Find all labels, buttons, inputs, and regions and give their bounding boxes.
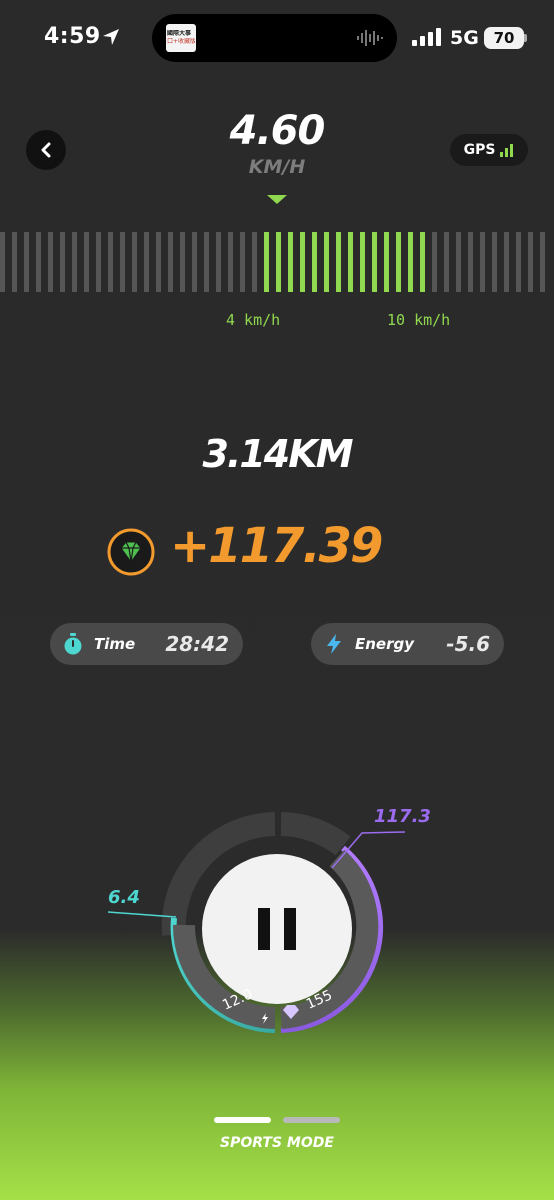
now-playing-thumbnail: 國際大事 口+收藏版 [166, 24, 196, 52]
gauge-tick [252, 232, 257, 292]
gauge-tick [0, 232, 5, 292]
island-subtitle: 口+收藏版 [167, 38, 195, 45]
gauge-tick [456, 232, 461, 292]
gauge-tick [144, 232, 149, 292]
battery-indicator: 70 [484, 27, 524, 49]
gauge-tick [276, 232, 281, 292]
gauge-tick [396, 232, 401, 292]
gauge-tick [264, 232, 269, 292]
gauge-tick [504, 232, 509, 292]
gauge-tick [408, 232, 413, 292]
distance-value: 3.14KM [202, 432, 353, 476]
range-high-label: 10 km/h [387, 311, 451, 329]
status-time: 4:59 [44, 24, 101, 49]
gauge-tick [84, 232, 89, 292]
gem-coin-icon [107, 528, 155, 576]
time-label: Time [94, 635, 136, 653]
gauge-tick [120, 232, 125, 292]
current-speed: 4.60 [229, 108, 326, 154]
gauge-tick [324, 232, 329, 292]
stopwatch-icon [64, 633, 82, 655]
gauge-tick [540, 232, 545, 292]
gauge-tick [60, 232, 65, 292]
energy-chip: Energy -5.6 [311, 623, 504, 665]
gauge-tick [336, 232, 341, 292]
gps-label: GPS [463, 142, 496, 158]
gauge-tick [420, 232, 425, 292]
gauge-tick [468, 232, 473, 292]
signal-bars-icon [500, 144, 514, 157]
gauge-tick [108, 232, 113, 292]
gauge-tick [300, 232, 305, 292]
time-chip: Time 28:42 [50, 623, 243, 665]
gauge-tick [204, 232, 209, 292]
mode-label: SPORTS MODE [220, 1135, 334, 1151]
gauge-tick [216, 232, 221, 292]
audio-waveform-icon [357, 30, 383, 46]
pause-button[interactable] [202, 854, 352, 1004]
gauge-tick [12, 232, 17, 292]
chevron-left-icon [41, 142, 51, 158]
gauge-tick [288, 232, 293, 292]
back-button[interactable] [26, 130, 66, 170]
ring-left-value: 6.4 [108, 887, 140, 908]
gauge-tick [492, 232, 497, 292]
gauge-tick [528, 232, 533, 292]
island-title: 國際大事 [167, 30, 192, 37]
gps-status-button[interactable]: GPS [450, 134, 528, 166]
gauge-tick [168, 232, 173, 292]
gauge-tick [480, 232, 485, 292]
gauge-tick [96, 232, 101, 292]
speed-pointer-icon [267, 195, 287, 204]
pause-bar-left [258, 908, 270, 950]
speed-unit: KM/H [248, 156, 306, 178]
gauge-tick [240, 232, 245, 292]
ring-right-value: 117.3 [374, 806, 431, 827]
ring-track-right [280, 812, 351, 856]
mode-pager-inactive[interactable] [283, 1117, 340, 1123]
gauge-tick [48, 232, 53, 292]
network-type: 5G [450, 27, 479, 49]
gauge-tick [444, 232, 449, 292]
range-low-label: 4 km/h [226, 311, 281, 329]
gauge-tick [36, 232, 41, 292]
battery-tip [524, 34, 527, 42]
gauge-tick [228, 232, 233, 292]
time-value: 28:42 [165, 632, 229, 656]
gauge-tick [312, 232, 317, 292]
gauge-tick [156, 232, 161, 292]
energy-value: -5.6 [446, 632, 490, 656]
gauge-tick [360, 232, 365, 292]
gauge-tick [132, 232, 137, 292]
cellular-signal-icon [412, 28, 441, 46]
lightning-icon [327, 634, 341, 654]
gauge-tick [432, 232, 437, 292]
speed-gauge [0, 232, 554, 292]
gauge-tick [72, 232, 77, 292]
gauge-tick [180, 232, 185, 292]
gauge-tick [516, 232, 521, 292]
mode-pager-active[interactable] [214, 1117, 271, 1123]
gauge-tick [348, 232, 353, 292]
gauge-tick [192, 232, 197, 292]
gauge-tick [372, 232, 377, 292]
location-arrow-icon [103, 29, 119, 45]
energy-label: Energy [355, 635, 415, 653]
gauge-tick [24, 232, 29, 292]
gauge-tick [384, 232, 389, 292]
pause-bar-right [284, 908, 296, 950]
reward-value: +117.39 [170, 518, 383, 574]
